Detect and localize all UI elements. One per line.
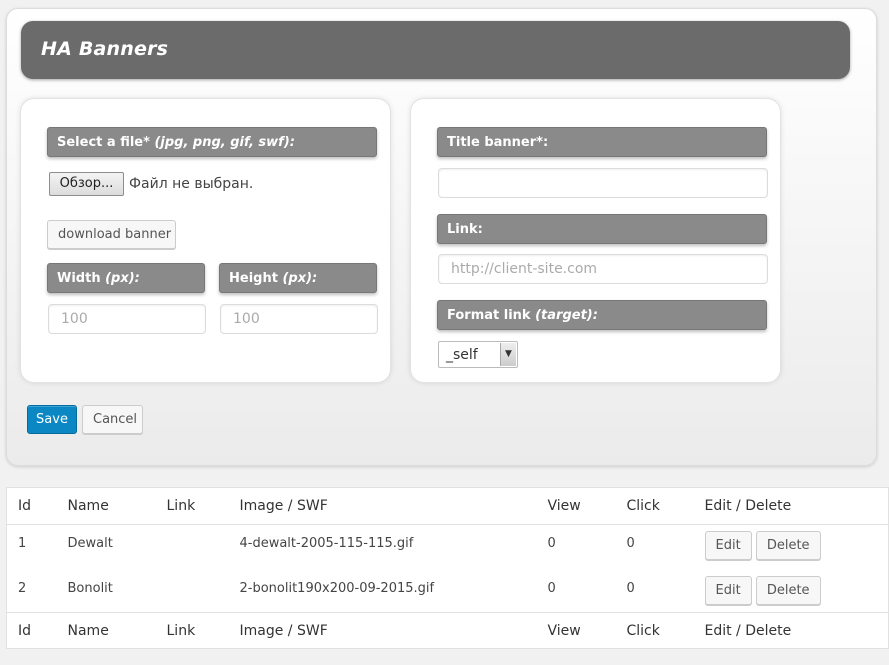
column-header-id: Id (6, 487, 57, 525)
page-header: HA Banners (21, 21, 850, 79)
link-label: Link: (437, 214, 767, 244)
link-input[interactable]: http://client-site.com (438, 254, 768, 284)
table-row: 1 Dewalt 4-dewalt-2005-115-115.gif 0 0 E… (7, 525, 889, 569)
column-header-link: Link (155, 487, 229, 525)
file-label-text: Select a file* (57, 135, 150, 150)
width-label-text: Width (57, 271, 101, 286)
banners-table: Id Name Link Image / SWF View Click Edit… (6, 487, 889, 649)
cell-actions: Edit Delete (694, 569, 889, 613)
format-link-label-hint: (target): (535, 308, 598, 323)
format-link-selected: _self (446, 347, 478, 363)
height-label-hint: (px): (282, 271, 318, 286)
column-header-image: Image / SWF (228, 487, 537, 525)
cell-click: 0 (626, 580, 635, 596)
format-link-label: Format link (target): (437, 300, 767, 330)
chevron-down-icon[interactable]: ▼ (500, 343, 516, 366)
column-header-name: Name (56, 487, 156, 525)
column-header-view: View (536, 487, 616, 525)
file-label-hint: (jpg, png, gif, swf): (154, 135, 295, 150)
download-banner-button[interactable]: download banner (47, 220, 176, 249)
cell-image: 2-bonolit190x200-09-2015.gif (239, 580, 435, 596)
column-footer-image: Image / SWF (228, 612, 537, 649)
column-footer-view: View (536, 612, 616, 649)
browse-button[interactable]: Обзор... (49, 172, 124, 196)
height-label-text: Height (229, 271, 278, 286)
column-footer-id: Id (6, 612, 57, 649)
width-input[interactable]: 100 (48, 304, 206, 334)
page-title: HA Banners (41, 38, 169, 60)
cell-image: 4-dewalt-2005-115-115.gif (239, 536, 414, 551)
format-link-select[interactable]: _self ▼ (438, 341, 518, 368)
column-footer-link: Link (155, 612, 229, 649)
width-label-hint: (px): (105, 271, 140, 286)
cell-name: Bonolit (67, 580, 113, 596)
edit-button[interactable]: Edit (704, 531, 752, 560)
cell-id: 1 (18, 536, 27, 551)
column-footer-name: Name (56, 612, 156, 649)
cell-id: 2 (18, 580, 27, 596)
file-status: Файл не выбран. (129, 176, 254, 192)
cell-view: 0 (547, 580, 556, 596)
height-input[interactable]: 100 (220, 304, 378, 334)
table-header-row: Id Name Link Image / SWF View Click Edit… (6, 487, 889, 525)
cell-click: 0 (626, 536, 635, 551)
save-button[interactable]: Save (27, 405, 77, 434)
delete-button[interactable]: Delete (755, 531, 821, 560)
cell-name: Dewalt (67, 536, 113, 551)
cell-link (156, 569, 229, 613)
format-link-label-text: Format link (447, 308, 531, 323)
cell-actions: Edit Delete (694, 525, 889, 569)
edit-button[interactable]: Edit (704, 575, 752, 605)
table-row: 2 Bonolit 2-bonolit190x200-09-2015.gif 0… (7, 569, 889, 613)
cell-view: 0 (547, 536, 556, 551)
delete-button[interactable]: Delete (755, 575, 821, 605)
file-label: Select a file* (jpg, png, gif, swf): (47, 127, 377, 157)
width-label: Width (px): (47, 263, 205, 293)
table-footer-row: Id Name Link Image / SWF View Click Edit… (6, 612, 889, 649)
title-banner-label: Title banner*: (437, 127, 767, 157)
height-label: Height (px): (219, 263, 377, 293)
title-banner-input[interactable] (438, 168, 768, 198)
column-header-edit-delete: Edit / Delete (693, 487, 889, 525)
column-footer-click: Click (615, 612, 694, 649)
cancel-button[interactable]: Cancel (82, 405, 143, 434)
column-footer-edit-delete: Edit / Delete (693, 612, 889, 649)
cell-link (156, 525, 229, 569)
column-header-click: Click (615, 487, 694, 525)
